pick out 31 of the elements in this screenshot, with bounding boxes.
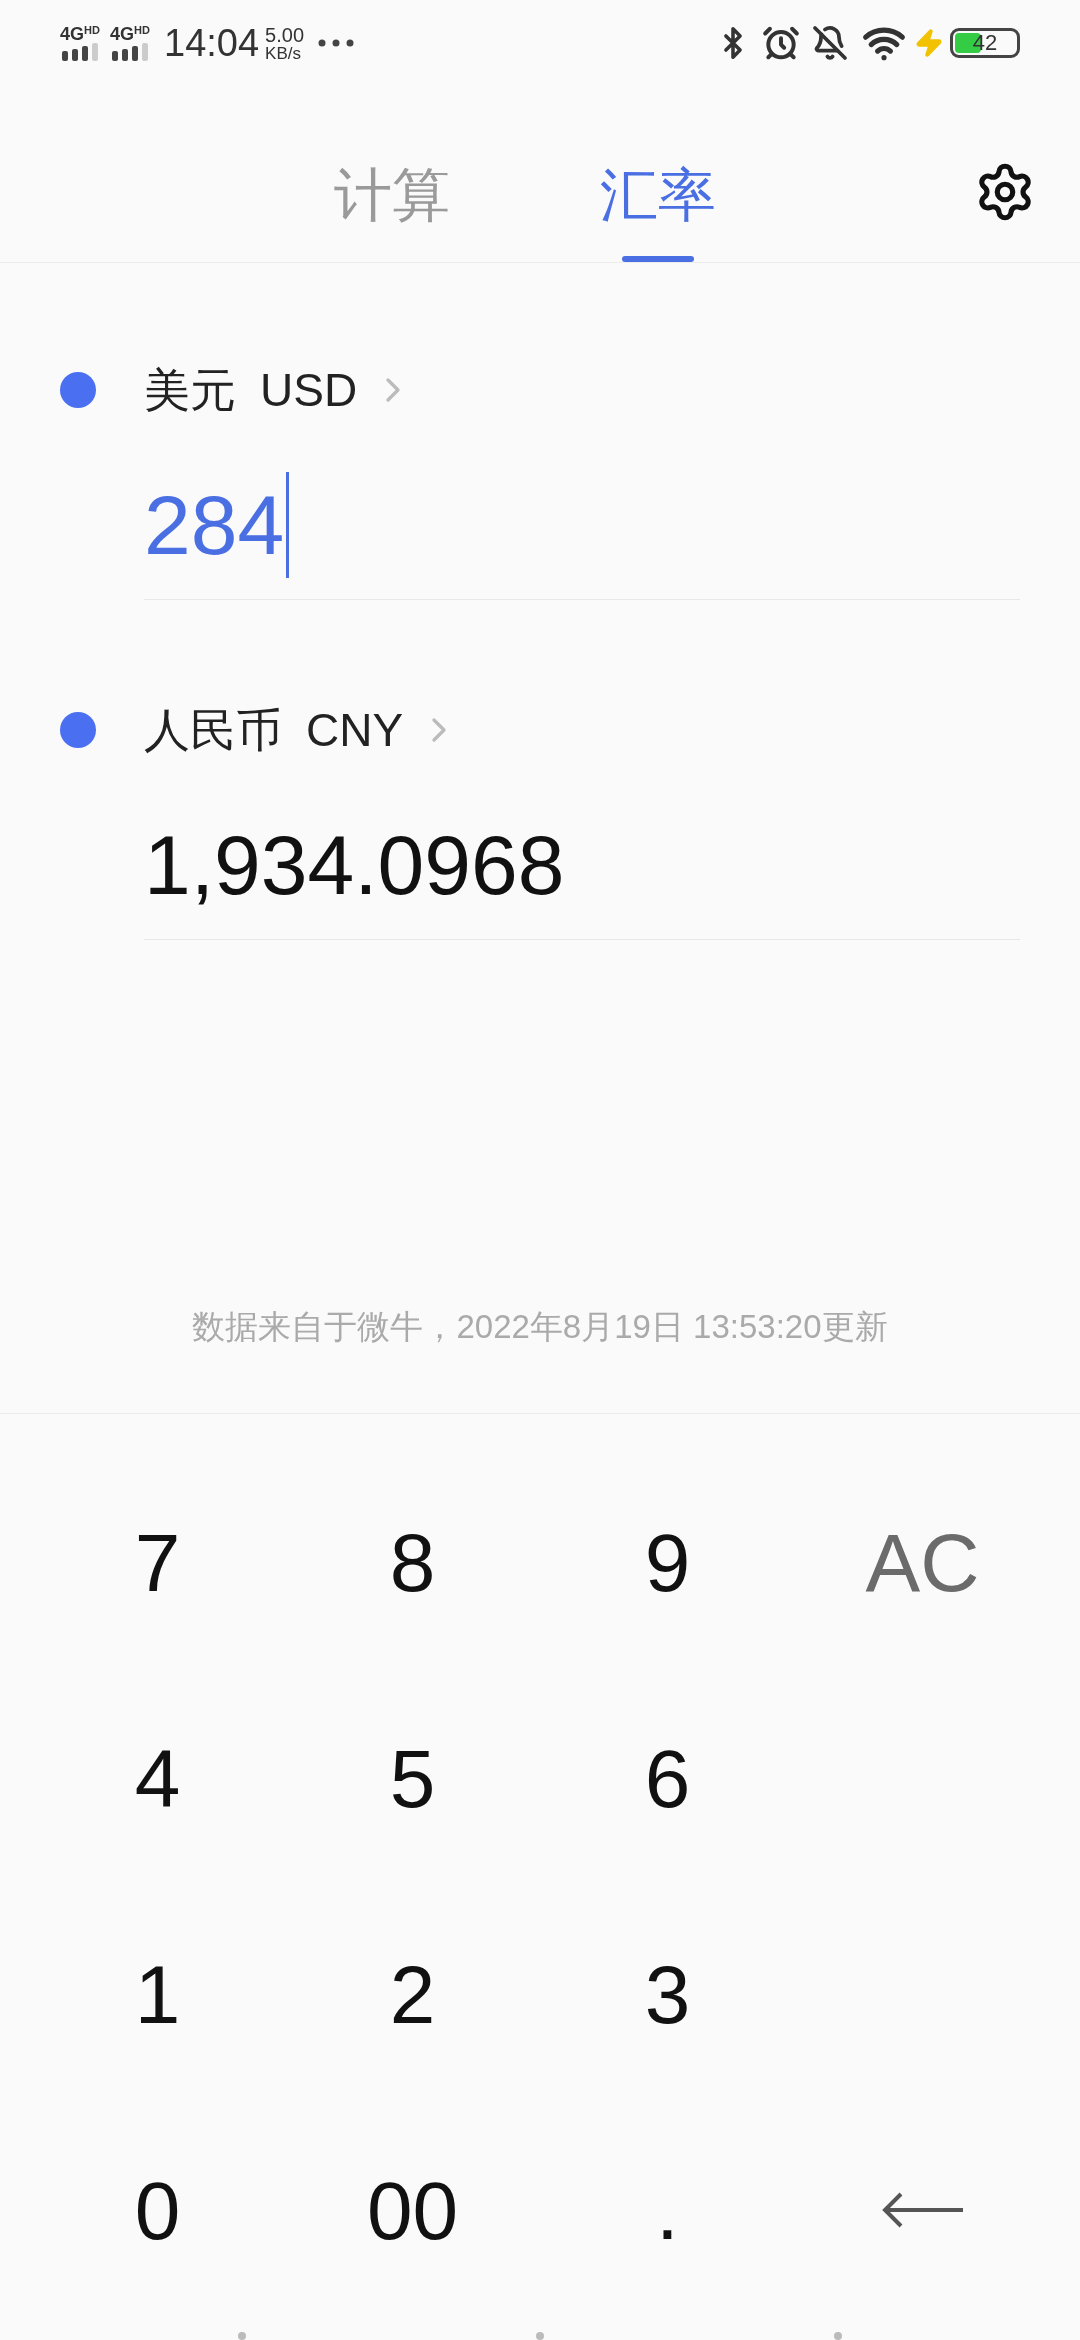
keypad-key[interactable]: 4 [30,1670,285,1886]
keypad-key[interactable]: 7 [30,1454,285,1670]
keypad-key[interactable]: 9 [540,1454,795,1670]
keypad-key[interactable]: 8 [285,1454,540,1670]
keypad-key[interactable]: 0 [30,2102,285,2318]
keypad-key[interactable]: . [540,2102,795,2318]
data-source-note: 数据来自于微牛，2022年8月19日 13:53:20更新 [192,1306,888,1347]
keypad-key[interactable]: 2 [285,1886,540,2102]
alarm-icon [762,24,800,62]
keypad-key[interactable]: 1 [30,1886,285,2102]
currency-selector[interactable]: 美元 USD [144,355,414,425]
amount-field[interactable]: 284 [144,450,1020,600]
clock: 14:04 [164,20,260,66]
bell-off-icon [812,25,848,61]
keypad-key[interactable]: 6 [540,1670,795,1886]
keypad-key[interactable]: 5 [285,1670,540,1886]
keypad-key[interactable]: 00 [285,2102,540,2318]
network-badge-text: HD [134,25,150,36]
keypad-key[interactable]: AC [795,1454,1050,1670]
charging-icon [914,28,944,58]
network-badge-text: HD [84,25,100,36]
network-speed: 5.00 [265,24,305,45]
left-arrow-icon [880,2190,965,2230]
currency-selector[interactable]: 人民币 CNY [144,695,460,765]
more-icon [318,39,355,47]
tab[interactable]: 汇率 [600,126,716,262]
network-type: 4G [110,25,134,43]
network-type: 4G [60,25,84,43]
keypad-key[interactable]: 3 [540,1886,795,2102]
speed-unit: KB/s [265,44,302,62]
amount-field[interactable]: 1,934.0968 [144,790,1020,940]
